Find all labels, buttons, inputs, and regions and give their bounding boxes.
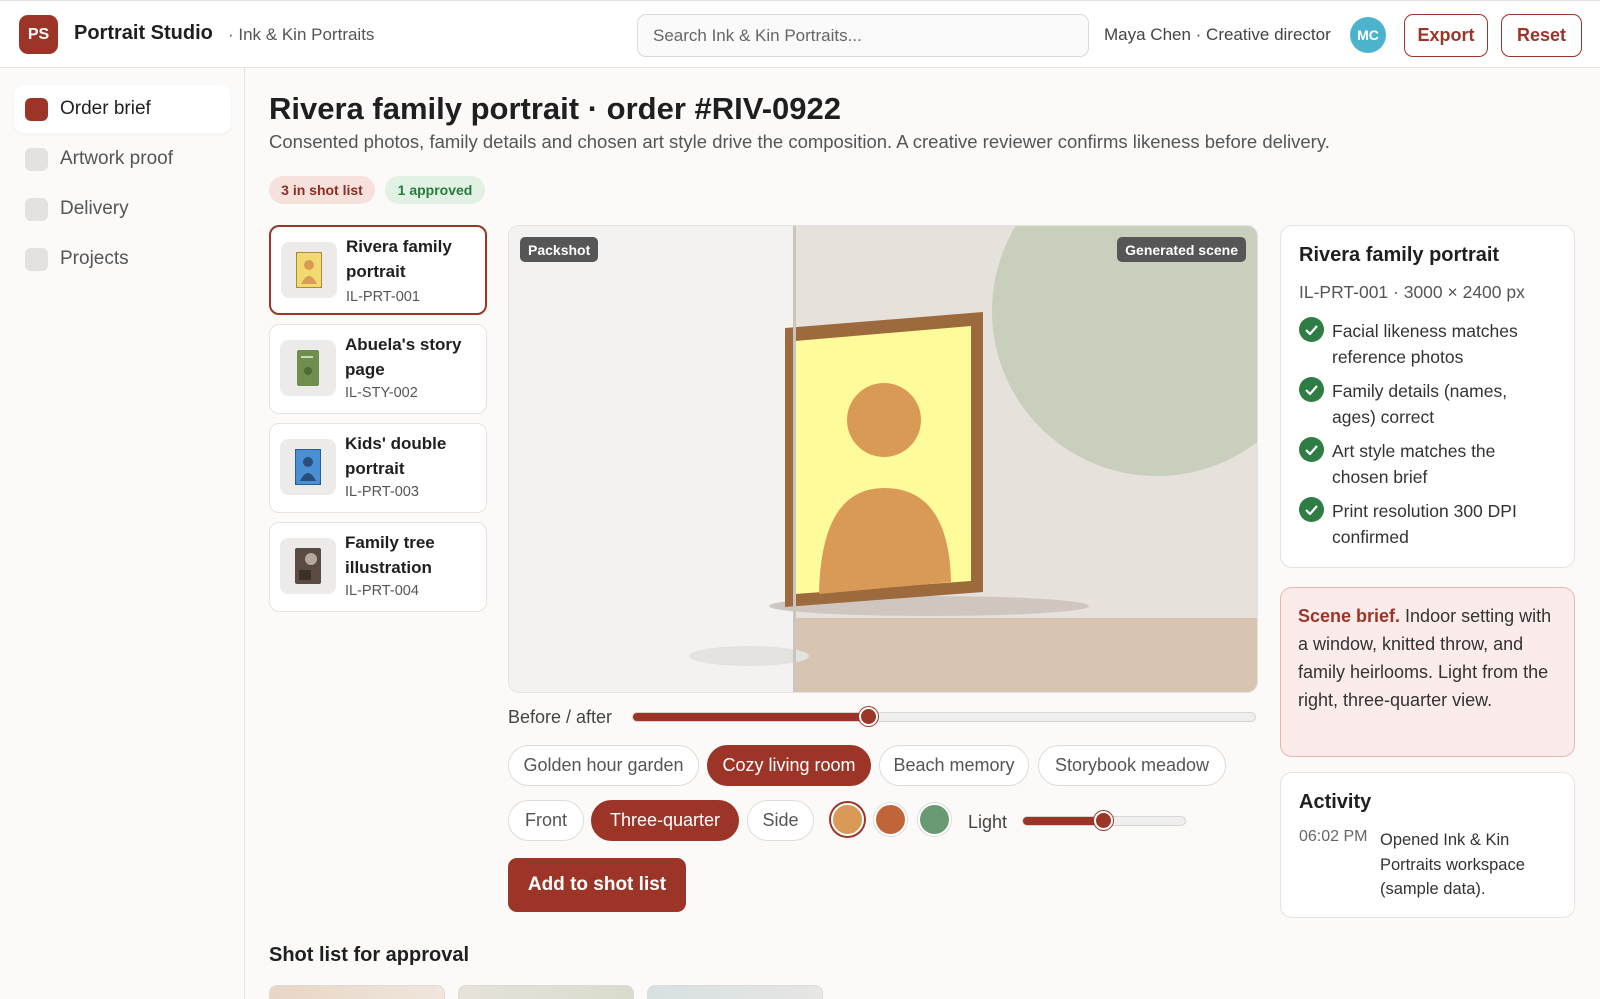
product-name: Family tree illustration [345, 533, 435, 577]
activity-title: Activity [1299, 791, 1372, 813]
approved-count-badge: 1 approved [385, 176, 485, 204]
app-name: Portrait Studio [74, 22, 213, 44]
artwork-proof-icon [25, 147, 48, 171]
before-after-slider-handle[interactable] [859, 707, 879, 726]
page-subtitle: Consented photos, family details and cho… [269, 131, 1330, 152]
details-title: Rivera family portrait [1299, 244, 1500, 266]
before-after-label: Before / after [508, 707, 613, 727]
product-sku: IL-PRT-003 [345, 484, 419, 500]
checklist-item: Family details (names, ages) correct [1299, 377, 1547, 430]
shot-thumbnail[interactable] [269, 985, 445, 999]
shotlist-count-badge: 3 in shot list [269, 176, 375, 204]
product-sku: IL-PRT-001 [346, 289, 420, 305]
export-button[interactable]: Export [1404, 14, 1488, 57]
shot-thumbnail[interactable] [647, 985, 823, 999]
projects-icon [25, 247, 48, 271]
activity-card: Activity 06:02 PM Opened Ink & Kin Portr… [1280, 772, 1575, 918]
generated-scene-tag: Generated scene [1117, 237, 1246, 262]
checkmark-icon [1299, 377, 1324, 402]
product-sku: IL-PRT-004 [345, 583, 419, 599]
shot-list-heading: Shot list for approval [269, 944, 470, 966]
scene-chip-beach-memory[interactable]: Beach memory [879, 745, 1029, 786]
activity-text: Opened Ink & Kin Portraits workspace (sa… [1380, 831, 1525, 898]
reset-button[interactable]: Reset [1501, 14, 1582, 57]
user-name: Maya Chen · Creative director [1104, 25, 1331, 44]
scene-illustration [509, 226, 1257, 692]
light-label: Light [968, 812, 1008, 832]
light-slider[interactable] [1022, 811, 1186, 830]
shot-thumbnail[interactable] [458, 985, 634, 999]
swatch-amber[interactable] [831, 803, 864, 836]
top-bar: PS Portrait Studio · Ink & Kin Portraits… [0, 0, 1600, 68]
sidebar-item-order-brief[interactable]: Order brief [14, 85, 231, 133]
checklist-text: Print resolution 300 DPI confirmed [1332, 501, 1517, 547]
sidebar-item-artwork-proof[interactable]: Artwork proof [14, 135, 231, 183]
sidebar-item-label: Artwork proof [60, 148, 173, 169]
angle-chip-three-quarter[interactable]: Three-quarter [591, 800, 739, 841]
details-meta: IL-PRT-001 · 3000 × 2400 px [1299, 282, 1525, 302]
product-card-abuela[interactable]: Abuela's story page IL-STY-002 [269, 324, 487, 414]
delivery-icon [25, 197, 48, 221]
checkmark-icon [1299, 437, 1324, 462]
angle-chip-side[interactable]: Side [747, 800, 814, 841]
portrait-thumb-icon [281, 242, 337, 298]
checklist-item: Art style matches the chosen brief [1299, 437, 1547, 490]
checklist-text: Family details (names, ages) correct [1332, 381, 1508, 427]
sidebar-item-label: Delivery [60, 198, 129, 219]
checkmark-icon [1299, 317, 1324, 342]
checklist-item: Facial likeness matches reference photos [1299, 317, 1547, 370]
checklist-text: Facial likeness matches reference photos [1332, 321, 1518, 367]
workspace-name: · Ink & Kin Portraits [228, 25, 375, 44]
scene-preview[interactable]: Packshot Generated scene [508, 225, 1258, 693]
order-brief-icon [25, 97, 48, 121]
product-card-kids[interactable]: Kids' double portrait IL-PRT-003 [269, 423, 487, 513]
swatch-rust[interactable] [874, 803, 907, 836]
family-tree-icon [280, 538, 336, 594]
product-card-family-tree[interactable]: Family tree illustration IL-PRT-004 [269, 522, 487, 612]
sidebar: Order brief Artwork proof Delivery Proje… [0, 68, 245, 999]
add-to-shot-list-button[interactable]: Add to shot list [508, 858, 686, 912]
details-card: Rivera family portrait IL-PRT-001 · 3000… [1280, 225, 1575, 568]
packshot-tag: Packshot [520, 237, 599, 262]
light-slider-fill [1023, 817, 1104, 825]
search-input[interactable] [637, 14, 1089, 57]
scene-chip-golden-hour-garden[interactable]: Golden hour garden [508, 745, 699, 786]
sidebar-item-delivery[interactable]: Delivery [14, 185, 231, 233]
product-name: Rivera family portrait [346, 237, 452, 281]
before-after-slider[interactable] [632, 707, 1256, 726]
sidebar-item-label: Order brief [60, 98, 151, 119]
product-name: Kids' double portrait [345, 434, 447, 478]
app-logo[interactable]: PS [19, 15, 58, 54]
sidebar-item-label: Projects [60, 248, 129, 269]
checklist-text: Art style matches the chosen brief [1332, 441, 1496, 487]
scene-brief: Scene brief. Indoor setting with a windo… [1280, 587, 1575, 757]
page-title: Rivera family portrait · order #RIV-0922 [269, 91, 842, 126]
product-sku: IL-STY-002 [345, 385, 418, 401]
scene-chip-storybook-meadow[interactable]: Storybook meadow [1038, 745, 1226, 786]
swatch-sage[interactable] [918, 803, 951, 836]
before-after-slider-fill [633, 713, 870, 721]
angle-chip-front[interactable]: Front [508, 800, 584, 841]
activity-time: 06:02 PM [1299, 828, 1368, 845]
checkmark-icon [1299, 497, 1324, 522]
scene-chip-cozy-living-room[interactable]: Cozy living room [707, 745, 871, 786]
scene-brief-heading: Scene brief. [1298, 606, 1401, 626]
story-page-icon [280, 340, 336, 396]
sidebar-item-projects[interactable]: Projects [14, 235, 231, 283]
checklist-item: Print resolution 300 DPI confirmed [1299, 497, 1547, 550]
double-portrait-icon [280, 439, 336, 495]
avatar[interactable]: MC [1350, 17, 1386, 53]
product-name: Abuela's story page [345, 335, 462, 379]
light-slider-handle[interactable] [1094, 811, 1113, 830]
product-card-rivera[interactable]: Rivera family portrait IL-PRT-001 [269, 225, 487, 315]
